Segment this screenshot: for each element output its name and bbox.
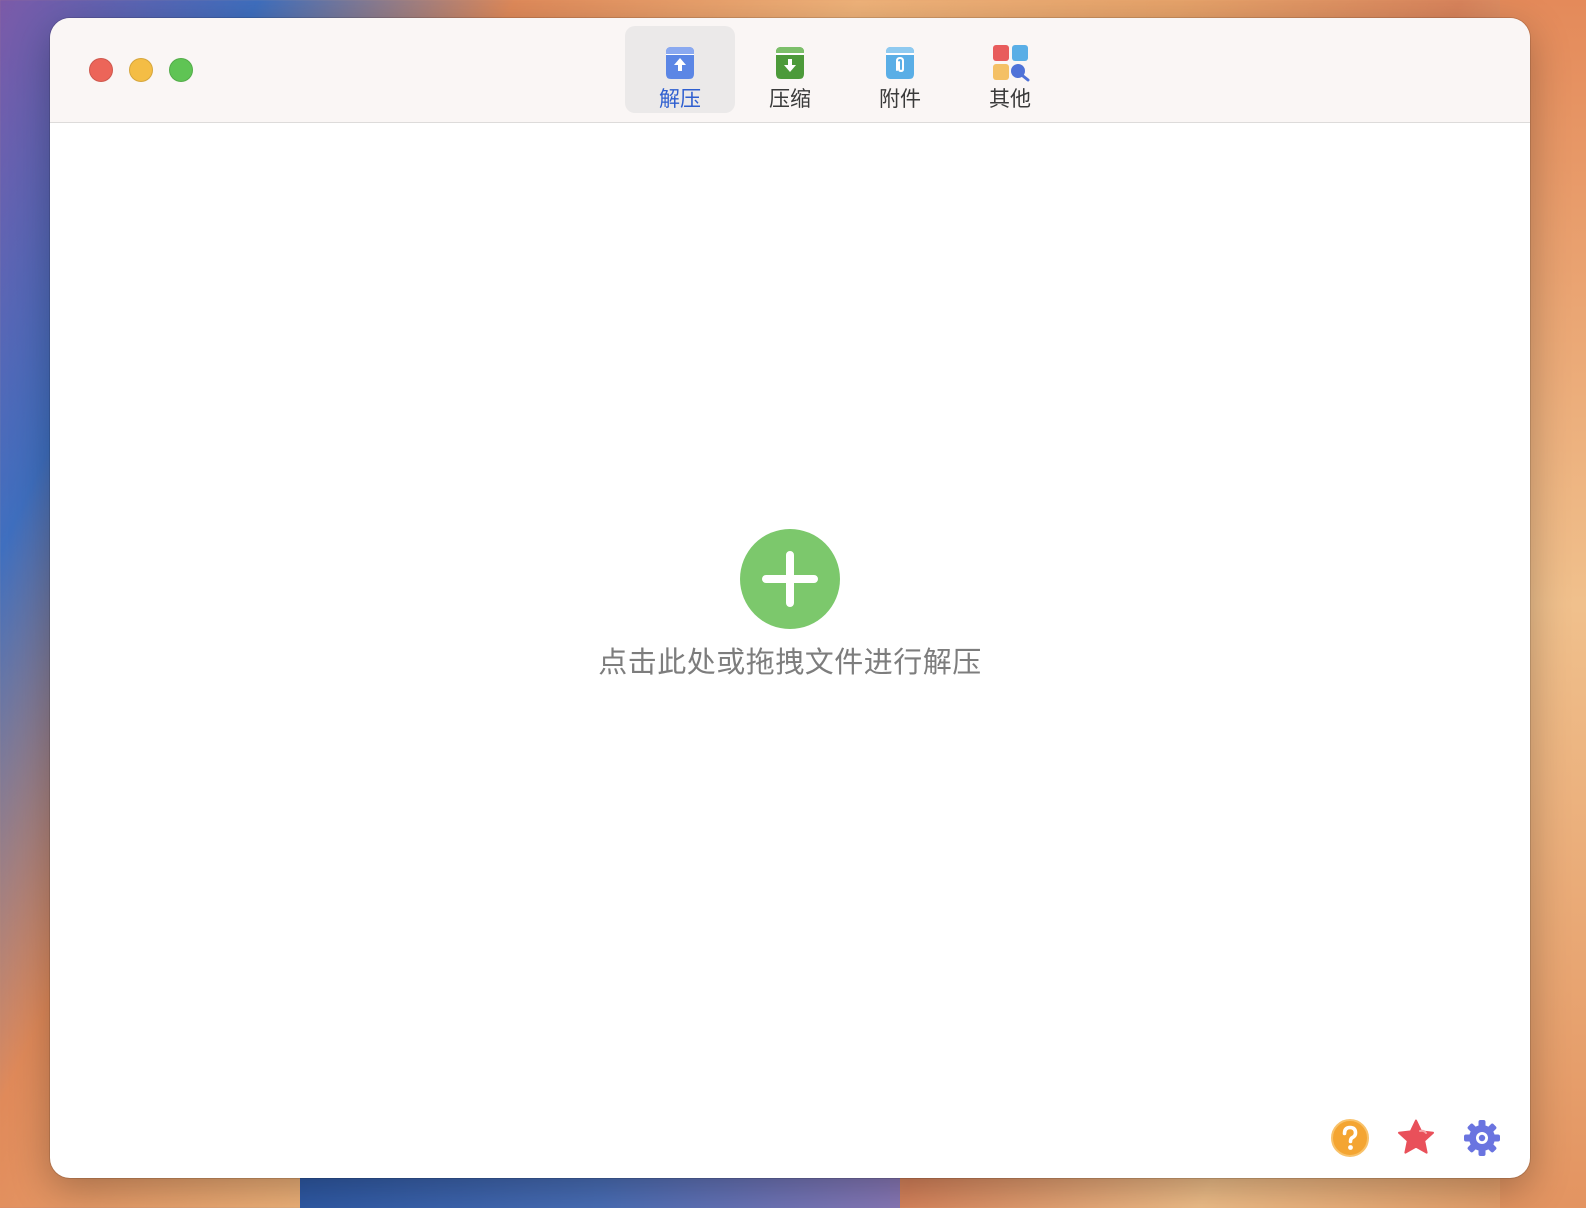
drop-hint-text: 点击此处或拖拽文件进行解压 <box>598 645 982 679</box>
app-window: 解压 压缩 附件 其他 点击此处或拖拽文件进行解压 <box>50 18 1530 1178</box>
tab-other-label: 其他 <box>989 87 1031 111</box>
tab-attachment[interactable]: 附件 <box>845 26 955 113</box>
question-circle-icon[interactable] <box>1330 1118 1370 1158</box>
footer-actions <box>1330 1118 1502 1158</box>
box-download-icon <box>776 47 804 79</box>
star-icon[interactable] <box>1396 1118 1436 1158</box>
tab-compress-label: 压缩 <box>769 87 811 111</box>
tab-extract-label: 解压 <box>659 87 701 111</box>
window-close-button[interactable] <box>89 58 113 82</box>
box-paperclip-icon <box>886 47 914 79</box>
toolbar-tabs: 解压 压缩 附件 其他 <box>625 26 1065 113</box>
apps-search-icon <box>993 45 1030 82</box>
window-zoom-button[interactable] <box>169 58 193 82</box>
tab-compress[interactable]: 压缩 <box>735 26 845 113</box>
tab-attachment-label: 附件 <box>879 87 921 111</box>
tab-extract[interactable]: 解压 <box>625 26 735 113</box>
tab-other[interactable]: 其他 <box>955 26 1065 113</box>
titlebar: 解压 压缩 附件 其他 <box>50 18 1530 123</box>
file-drop-zone[interactable]: 点击此处或拖拽文件进行解压 <box>50 123 1530 1178</box>
plus-icon <box>762 551 818 607</box>
box-upload-icon <box>666 47 694 79</box>
gear-icon[interactable] <box>1462 1118 1502 1158</box>
add-file-button[interactable] <box>740 529 840 629</box>
window-minimize-button[interactable] <box>129 58 153 82</box>
